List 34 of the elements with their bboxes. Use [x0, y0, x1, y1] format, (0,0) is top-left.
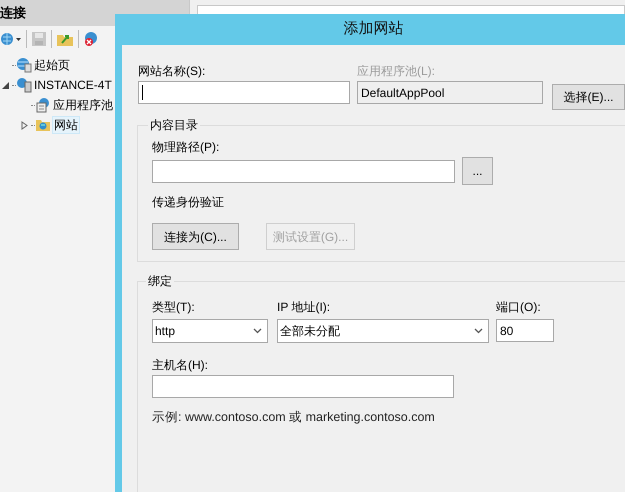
folder-globe-icon — [35, 117, 51, 133]
tree-item[interactable]: 网站 — [52, 116, 80, 134]
field-label: 网站名称(S): — [138, 63, 206, 80]
site-name-field[interactable] — [138, 81, 350, 104]
field-label: 物理路径(P): — [152, 139, 220, 156]
group-title: 内容目录 — [149, 117, 199, 134]
field-label: 类型(T): — [152, 299, 196, 316]
group-title: 绑定 — [147, 273, 173, 290]
window-title: 添加网站 — [344, 19, 404, 40]
ip-address-dropdown[interactable]: 全部未分配 — [277, 319, 489, 343]
physical-path-field[interactable] — [152, 160, 455, 182]
example-text: 示例: www.contoso.com 或 marketing.contoso.com — [152, 409, 436, 426]
field-label: 应用程序池(L): — [357, 63, 436, 80]
server-icon — [16, 77, 32, 93]
tree-item[interactable]: 起始页 — [33, 57, 70, 73]
type-dropdown[interactable]: http — [152, 319, 268, 343]
port-field[interactable]: 80 — [496, 319, 554, 342]
chevron-icon — [474, 328, 483, 334]
app-pool-icon — [35, 97, 51, 113]
select-button[interactable]: 选择(E)... — [552, 84, 625, 110]
panel-title: 连接 — [0, 4, 26, 22]
chevron-icon — [253, 328, 262, 334]
connect-icon[interactable] — [0, 31, 22, 47]
start-page-icon — [16, 57, 32, 73]
browse-button[interactable]: ... — [462, 157, 493, 185]
connect-as-button[interactable]: 连接为(C)... — [152, 223, 239, 250]
field-label: 端口(O): — [496, 299, 542, 316]
section-label: 传递身份验证 — [152, 194, 225, 211]
field-label: 主机名(H): — [152, 357, 209, 374]
field-label: IP 地址(I): — [277, 299, 332, 316]
host-name-field[interactable] — [152, 375, 454, 398]
tree-item[interactable]: INSTANCE-4T — [33, 77, 112, 93]
collapse-icon[interactable] — [2, 82, 12, 88]
tree-item[interactable]: 应用程序池 — [52, 97, 113, 113]
